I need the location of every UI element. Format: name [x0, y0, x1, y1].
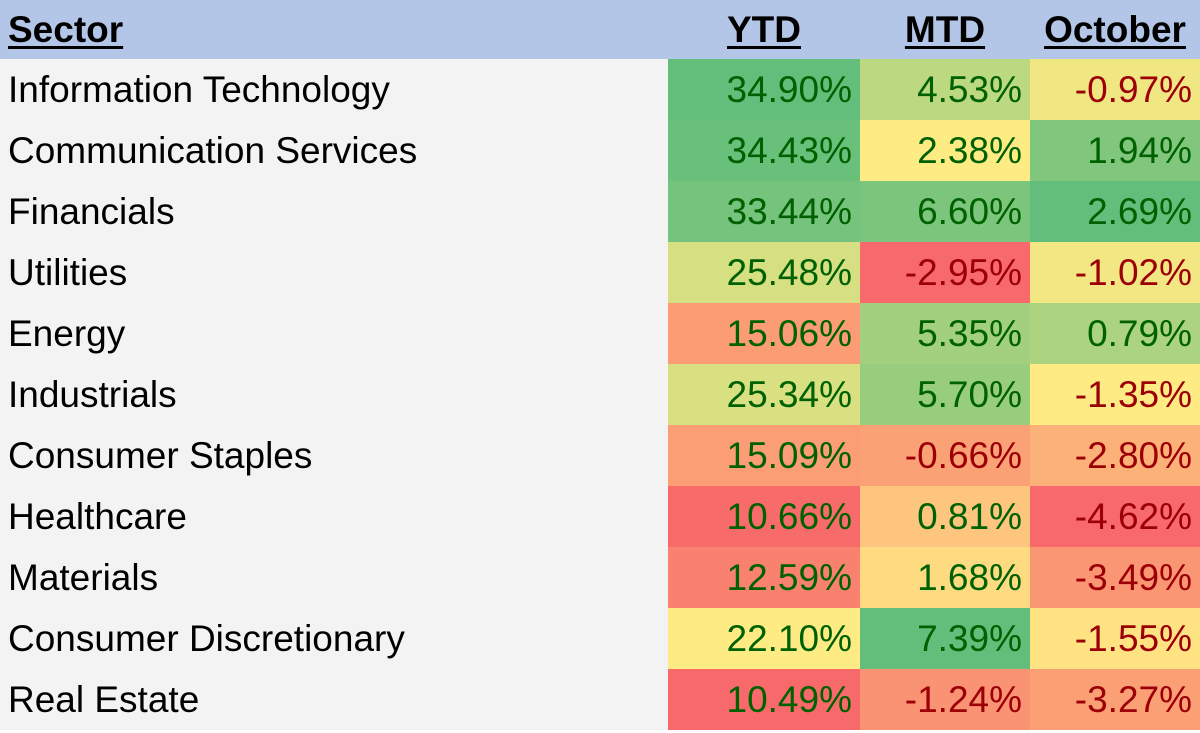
cell-mtd: 2.38%	[860, 120, 1030, 181]
cell-october: -4.62%	[1030, 486, 1200, 547]
cell-mtd: 5.35%	[860, 303, 1030, 364]
cell-mtd: 0.81%	[860, 486, 1030, 547]
table-row: Materials 12.59% 1.68% -3.49%	[0, 547, 1200, 608]
cell-october: -3.27%	[1030, 669, 1200, 730]
cell-october: -0.97%	[1030, 59, 1200, 120]
cell-mtd: 4.53%	[860, 59, 1030, 120]
cell-mtd: -0.66%	[860, 425, 1030, 486]
header-sector: Sector	[0, 0, 668, 59]
sector-performance-table: Sector YTD MTD October Information Techn…	[0, 0, 1200, 730]
sector-name: Communication Services	[0, 120, 668, 181]
cell-mtd: -2.95%	[860, 242, 1030, 303]
sector-name: Real Estate	[0, 669, 668, 730]
table-row: Real Estate 10.49% -1.24% -3.27%	[0, 669, 1200, 730]
table-row: Information Technology 34.90% 4.53% -0.97%	[0, 59, 1200, 120]
sector-name: Utilities	[0, 242, 668, 303]
cell-ytd: 15.06%	[668, 303, 860, 364]
header-october: October	[1030, 0, 1200, 59]
table-row: Financials 33.44% 6.60% 2.69%	[0, 181, 1200, 242]
cell-ytd: 25.48%	[668, 242, 860, 303]
header-ytd: YTD	[668, 0, 860, 59]
cell-october: -2.80%	[1030, 425, 1200, 486]
sector-name: Information Technology	[0, 59, 668, 120]
cell-october: -1.35%	[1030, 364, 1200, 425]
table-row: Utilities 25.48% -2.95% -1.02%	[0, 242, 1200, 303]
cell-mtd: 5.70%	[860, 364, 1030, 425]
sector-name: Energy	[0, 303, 668, 364]
sector-name: Consumer Discretionary	[0, 608, 668, 669]
table-row: Consumer Staples 15.09% -0.66% -2.80%	[0, 425, 1200, 486]
cell-ytd: 10.66%	[668, 486, 860, 547]
cell-ytd: 34.90%	[668, 59, 860, 120]
sector-name: Materials	[0, 547, 668, 608]
cell-october: 1.94%	[1030, 120, 1200, 181]
table-row: Communication Services 34.43% 2.38% 1.94%	[0, 120, 1200, 181]
sector-name: Industrials	[0, 364, 668, 425]
table-row: Consumer Discretionary 22.10% 7.39% -1.55%	[0, 608, 1200, 669]
cell-mtd: 7.39%	[860, 608, 1030, 669]
sector-name: Consumer Staples	[0, 425, 668, 486]
cell-october: -1.02%	[1030, 242, 1200, 303]
cell-october: -1.55%	[1030, 608, 1200, 669]
cell-ytd: 34.43%	[668, 120, 860, 181]
header-mtd: MTD	[860, 0, 1030, 59]
sector-name: Financials	[0, 181, 668, 242]
cell-mtd: 1.68%	[860, 547, 1030, 608]
cell-ytd: 12.59%	[668, 547, 860, 608]
sector-name: Healthcare	[0, 486, 668, 547]
cell-ytd: 33.44%	[668, 181, 860, 242]
cell-ytd: 22.10%	[668, 608, 860, 669]
table-row: Energy 15.06% 5.35% 0.79%	[0, 303, 1200, 364]
cell-ytd: 25.34%	[668, 364, 860, 425]
header-row: Sector YTD MTD October	[0, 0, 1200, 59]
cell-mtd: 6.60%	[860, 181, 1030, 242]
cell-october: 0.79%	[1030, 303, 1200, 364]
table-row: Industrials 25.34% 5.70% -1.35%	[0, 364, 1200, 425]
cell-ytd: 15.09%	[668, 425, 860, 486]
cell-october: -3.49%	[1030, 547, 1200, 608]
table-row: Healthcare 10.66% 0.81% -4.62%	[0, 486, 1200, 547]
cell-october: 2.69%	[1030, 181, 1200, 242]
cell-mtd: -1.24%	[860, 669, 1030, 730]
cell-ytd: 10.49%	[668, 669, 860, 730]
